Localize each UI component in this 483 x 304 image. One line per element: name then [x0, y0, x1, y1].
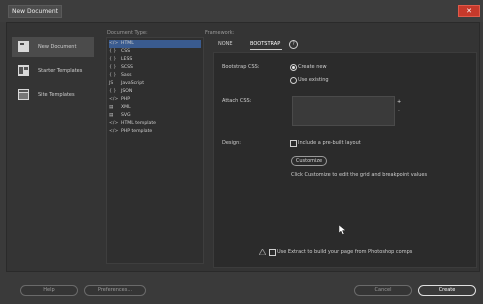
bootstrap-panel: [213, 52, 477, 268]
help-icon[interactable]: ?: [289, 40, 298, 49]
list-item-label: JSON: [121, 89, 133, 94]
list-item-label: XML: [121, 105, 131, 110]
list-item-php[interactable]: </> PHP: [109, 96, 201, 104]
code-icon: </>: [109, 121, 119, 126]
list-item-label: HTML: [121, 41, 134, 46]
list-item-label: PHP: [121, 97, 130, 102]
list-item-label: PHP template: [121, 129, 153, 134]
window-title: New Document: [8, 5, 62, 18]
document-type-heading: Document Type:: [107, 30, 148, 36]
create-button[interactable]: Create: [418, 285, 476, 296]
list-item-label: Sass: [121, 73, 132, 78]
list-item-php-template[interactable]: </> PHP template: [109, 128, 201, 136]
nav-item-site-templates[interactable]: Site Templates: [12, 85, 94, 105]
list-item-label: SCSS: [121, 65, 133, 70]
list-item-sass[interactable]: { } Sass: [109, 72, 201, 80]
braces-icon: { }: [109, 65, 117, 70]
nav-item-label: New Document: [38, 44, 77, 50]
bootstrap-css-label: Bootstrap CSS:: [222, 64, 260, 70]
nav-item-new-document[interactable]: New Document: [12, 37, 94, 57]
help-button[interactable]: Help: [20, 285, 78, 296]
cancel-button[interactable]: Cancel: [354, 285, 412, 296]
braces-icon: { }: [109, 89, 117, 94]
javascript-icon: JS: [109, 81, 114, 86]
braces-icon: { }: [109, 57, 117, 62]
tab-none[interactable]: NONE: [218, 41, 233, 47]
list-item-label: HTML template: [121, 121, 156, 126]
nav-item-label: Site Templates: [38, 92, 75, 98]
title-bar: [0, 0, 483, 22]
warning-icon: [259, 249, 266, 255]
extract-label: Use Extract to build your page from Phot…: [277, 249, 413, 255]
framework-heading: Framework:: [205, 30, 235, 36]
remove-icon[interactable]: -: [398, 108, 400, 114]
prebuilt-layout-label: Include a pre-built layout: [298, 140, 361, 146]
radio-create-new[interactable]: [290, 64, 297, 71]
prebuilt-layout-checkbox[interactable]: [290, 140, 297, 147]
list-item-label: LESS: [121, 57, 133, 62]
list-item-less[interactable]: { } LESS: [109, 56, 201, 64]
code-icon: </>: [109, 97, 119, 102]
mouse-cursor-icon: [339, 225, 346, 235]
list-item-label: JavaScript: [121, 81, 145, 86]
code-icon: </>: [109, 41, 119, 46]
starter-templates-icon: [18, 65, 29, 76]
list-item-json[interactable]: { } JSON: [109, 88, 201, 96]
tab-active-indicator: [250, 49, 282, 50]
customize-hint: Click Customize to edit the grid and bre…: [291, 172, 428, 178]
file-icon: ▤: [109, 105, 114, 110]
document-type-list: </> HTML { } CSS { } LESS { } SCSS { } Sass J…: [106, 37, 204, 264]
list-item-xml[interactable]: ▤ XML: [109, 104, 201, 112]
extract-checkbox[interactable]: [269, 249, 276, 256]
site-templates-icon: [18, 89, 29, 100]
radio-create-new-label: Create new: [298, 64, 327, 70]
attach-css-list[interactable]: [292, 96, 395, 126]
list-item-javascript[interactable]: JS JavaScript: [109, 80, 201, 88]
tab-bootstrap[interactable]: BOOTSTRAP: [250, 41, 280, 47]
radio-use-existing[interactable]: [290, 77, 297, 84]
braces-icon: { }: [109, 73, 117, 78]
list-item-svg[interactable]: ▤ SVG: [109, 112, 201, 120]
attach-css-label: Attach CSS:: [222, 98, 252, 104]
nav-item-starter-templates[interactable]: Starter Templates: [12, 61, 94, 81]
file-icon: ▤: [109, 113, 114, 118]
list-item-label: CSS: [121, 49, 131, 54]
add-icon[interactable]: +: [397, 99, 401, 105]
code-icon: </>: [109, 129, 119, 134]
list-item-css[interactable]: { } CSS: [109, 48, 201, 56]
radio-use-existing-label: Use existing: [298, 77, 329, 83]
list-item-html-template[interactable]: </> HTML template: [109, 120, 201, 128]
preferences-button[interactable]: Preferences...: [84, 285, 146, 296]
list-item-label: SVG: [121, 113, 131, 118]
list-item-html[interactable]: </> HTML: [109, 40, 201, 48]
new-document-icon: [18, 41, 29, 52]
nav-item-label: Starter Templates: [38, 68, 83, 74]
braces-icon: { }: [109, 49, 117, 54]
design-label: Design:: [222, 140, 241, 146]
list-item-scss[interactable]: { } SCSS: [109, 64, 201, 72]
close-button[interactable]: ✕: [458, 5, 480, 17]
customize-button[interactable]: Customize: [291, 156, 327, 166]
